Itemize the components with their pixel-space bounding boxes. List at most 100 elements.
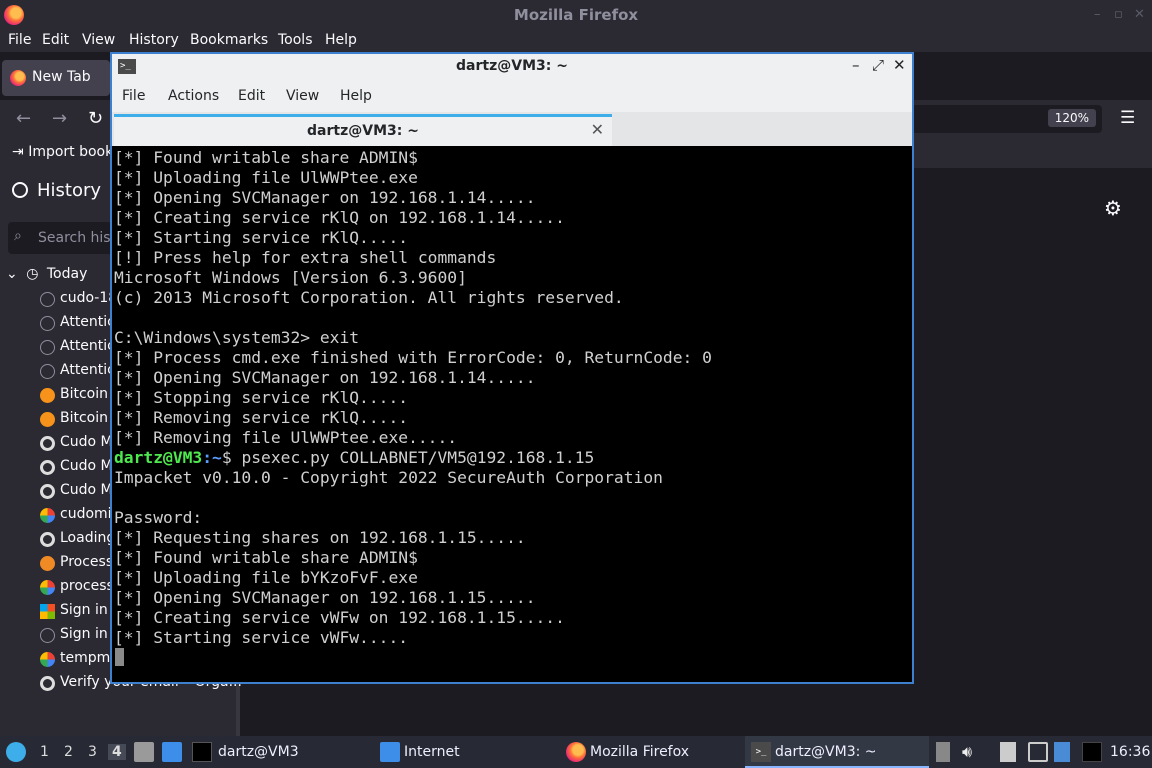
terminal-line: [*] Requesting shares on 192.168.1.15...… (114, 528, 526, 547)
workspace-2[interactable]: 2 (64, 744, 73, 760)
term-menu-edit[interactable]: Edit (238, 88, 265, 104)
tab-new-tab[interactable]: New Tab (2, 60, 110, 96)
history-item-label: cudomi (60, 506, 112, 522)
import-bookmarks-button[interactable]: ⇥ Import book (12, 144, 113, 160)
cudo-icon (40, 436, 55, 451)
process-icon (40, 556, 55, 571)
history-item-label: Process (60, 554, 114, 570)
close-tab-icon[interactable]: ✕ (591, 120, 604, 139)
cudo-icon (40, 532, 55, 547)
history-item-label: process (60, 578, 114, 594)
terminal-titlebar[interactable]: >_ dartz@VM3: ~ – ⤢ ✕ (112, 54, 912, 80)
history-item-label: Attentic (60, 338, 115, 354)
cudo-icon (40, 460, 55, 475)
taskbar-item-internet[interactable]: Internet (404, 744, 460, 760)
term-menu-actions[interactable]: Actions (168, 88, 219, 104)
term-menu-file[interactable]: File (122, 88, 145, 104)
menu-help[interactable]: Help (325, 32, 357, 48)
sidebar-title: History (37, 180, 102, 201)
prompt-command: $ psexec.py COLLABNET/VM5@192.168.1.15 (221, 448, 595, 467)
taskbar-item-firefox[interactable]: Mozilla Firefox (590, 744, 689, 760)
file-manager-icon[interactable] (134, 742, 154, 762)
term-menu-view[interactable]: View (286, 88, 319, 104)
history-item-label: Sign in (60, 602, 108, 618)
back-icon[interactable]: ← (16, 108, 31, 129)
group-label: Today (46, 266, 88, 282)
terminal-window: >_ dartz@VM3: ~ – ⤢ ✕ File Actions Edit … (110, 52, 914, 684)
terminal-line: Password: (114, 508, 203, 527)
network-icon[interactable] (1054, 742, 1070, 762)
display-icon[interactable] (1028, 742, 1048, 762)
terminal-line: [*] Opening SVCManager on 192.168.1.15..… (114, 588, 536, 607)
workspace-3[interactable]: 3 (88, 744, 97, 760)
reload-icon[interactable]: ↻ (88, 108, 103, 129)
history-group-today[interactable]: ⌄ ◷ Today (6, 266, 87, 282)
terminal-line: [*] Starting service rKlQ..... (114, 228, 409, 247)
globe-icon (40, 292, 55, 307)
workspace-1[interactable]: 1 (40, 744, 49, 760)
bitcoin-icon (40, 412, 55, 427)
terminal-output[interactable]: [*] Found writable share ADMIN$ [*] Uploa… (114, 148, 910, 682)
terminal-line: Impacket v0.10.0 - Copyright 2022 Secure… (114, 468, 663, 487)
history-item-label: Loading (60, 530, 116, 546)
terminal-tabbar: dartz@VM3: ~ ✕ (112, 112, 912, 146)
minimize-icon[interactable]: – (1094, 7, 1101, 22)
firefox-taskbar-icon (566, 742, 586, 762)
app-launcher-icon[interactable] (6, 742, 26, 762)
maximize-icon[interactable]: ▫ (1114, 7, 1123, 22)
forward-icon[interactable]: → (52, 108, 67, 129)
gear-icon[interactable]: ⚙ (1104, 196, 1122, 220)
terminal-tab-label: dartz@VM3: ~ (307, 123, 419, 139)
menu-edit[interactable]: Edit (42, 32, 69, 48)
clock: 16:36 (1110, 744, 1151, 760)
chevron-down-icon: ⌄ (6, 266, 18, 282)
search-icon: ⌕ (14, 228, 22, 244)
zoom-level-badge[interactable]: 120% (1047, 109, 1096, 127)
firefox-tab-icon (10, 70, 26, 86)
google-icon (40, 508, 55, 523)
globe-icon (40, 340, 55, 355)
terminal-tab[interactable]: dartz@VM3: ~ ✕ (114, 114, 612, 146)
terminal-line: [!] Press help for extra shell commands (114, 248, 497, 267)
internet-folder-icon (380, 742, 400, 762)
terminal-taskbar-icon (192, 742, 212, 762)
terminal-line: [*] Found writable share ADMIN$ (114, 548, 418, 567)
terminal-line: [*] Opening SVCManager on 192.168.1.14..… (114, 188, 536, 207)
url-bar[interactable]: 120% (912, 105, 1102, 133)
terminal-menubar: File Actions Edit View Help (112, 80, 912, 112)
menu-file[interactable]: File (8, 32, 31, 48)
hamburger-menu-icon[interactable]: ☰ (1120, 108, 1135, 128)
show-desktop-icon[interactable] (162, 742, 182, 762)
taskbar-item-active[interactable]: >_ dartz@VM3: ~ (745, 736, 929, 768)
history-item-label: Cudo M (60, 458, 113, 474)
history-item-label: Sign in (60, 626, 108, 642)
notes-icon[interactable] (1000, 742, 1016, 762)
globe-icon (40, 364, 55, 379)
terminal-line: [*] Creating service vWFw on 192.168.1.1… (114, 608, 565, 627)
close-icon[interactable]: ✕ (1134, 7, 1145, 22)
minimize-icon[interactable]: – (852, 56, 860, 74)
menu-history[interactable]: History (129, 32, 179, 48)
term-menu-help[interactable]: Help (340, 88, 372, 104)
terminal-icon: >_ (751, 742, 771, 762)
volume-icon[interactable]: 🔊︎ (962, 742, 982, 762)
terminal-line: C:\Windows\system32> exit (114, 328, 360, 347)
menu-view[interactable]: View (82, 32, 115, 48)
close-icon[interactable]: ✕ (893, 56, 906, 74)
history-item-label: cudo-18 (60, 290, 118, 306)
taskbar-item-terminal-active: dartz@VM3: ~ (775, 744, 877, 760)
history-item-label: Attentic (60, 362, 115, 378)
menu-bookmarks[interactable]: Bookmarks (190, 32, 268, 48)
workspace-4-active[interactable]: 4 (108, 744, 126, 760)
cudo-icon (40, 676, 55, 691)
taskbar-item-terminal[interactable]: dartz@VM3 (218, 744, 299, 760)
menu-tools[interactable]: Tools (278, 32, 313, 48)
maximize-icon[interactable]: ⤢ (872, 56, 884, 74)
clipboard-icon[interactable] (936, 742, 950, 762)
tab-label: New Tab (32, 69, 91, 85)
terminal-line: [*] Uploading file bYKzoFvF.exe (114, 568, 418, 587)
terminal-line: [*] Uploading file UlWWPtee.exe (114, 168, 418, 187)
terminal-line: [*] Opening SVCManager on 192.168.1.14..… (114, 368, 536, 387)
history-item-label: Bitcoin (60, 386, 109, 402)
google-icon (40, 652, 55, 667)
